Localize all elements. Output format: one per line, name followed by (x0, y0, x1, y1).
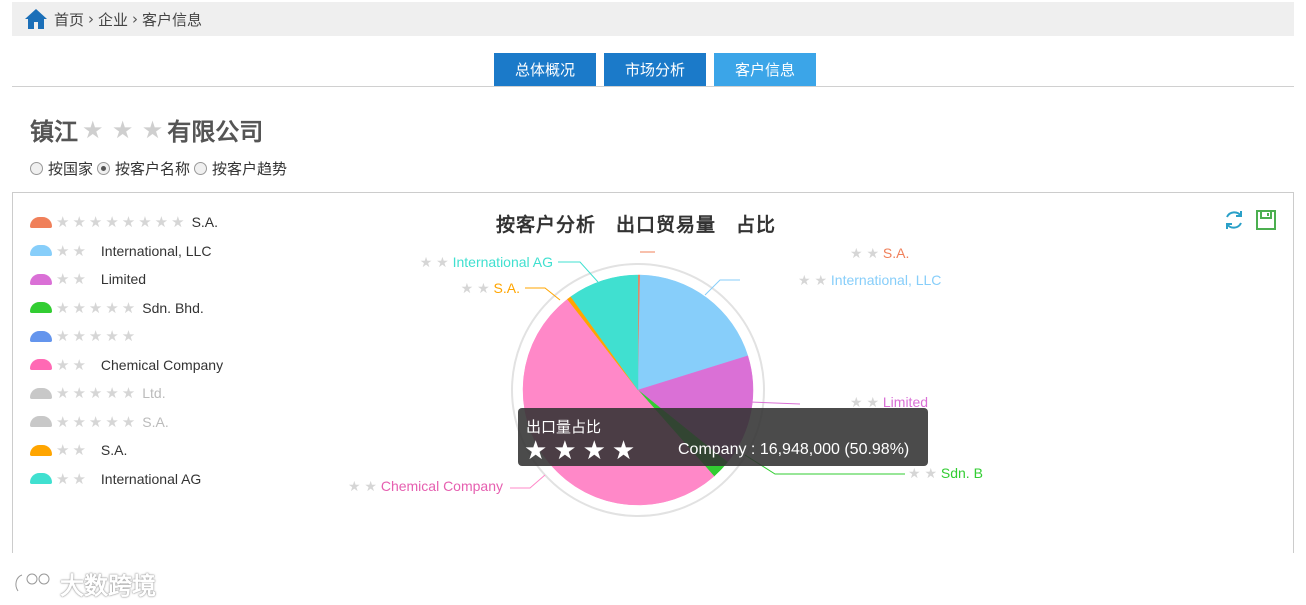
pie-slice-label: ★ ★ Sdn. B (908, 465, 983, 481)
pie-slice-label: ★ ★ S.A. (461, 280, 520, 296)
tooltip-masked-text: ★★★★ (524, 436, 642, 466)
pie-slice-label: ★ ★ International, LLC (798, 272, 941, 288)
pie-slice-label: ★ ★ Chemical Company (348, 478, 503, 494)
pie-label-line (510, 474, 546, 489)
watermark-logo-icon (14, 572, 51, 592)
chart-tooltip: 出口量占比 ★★★★ Company : 16,948,000 (50.98%) (518, 408, 928, 466)
watermark: 大数跨境 (12, 566, 156, 601)
tooltip-title: 出口量占比 (526, 418, 602, 436)
tooltip-value: Company : 16,948,000 (50.98%) (678, 441, 910, 458)
pie-slice-label: ★ ★ International AG (420, 254, 553, 270)
watermark-text: 大数跨境 (60, 572, 156, 600)
pie-label-line (525, 287, 561, 301)
pie-label-line (749, 401, 801, 405)
pie-chart: ★ ★ S.A.★ ★ International, LLC★ ★ Limite… (348, 245, 983, 517)
pie-slice-label: ★ ★ S.A. (850, 245, 909, 261)
